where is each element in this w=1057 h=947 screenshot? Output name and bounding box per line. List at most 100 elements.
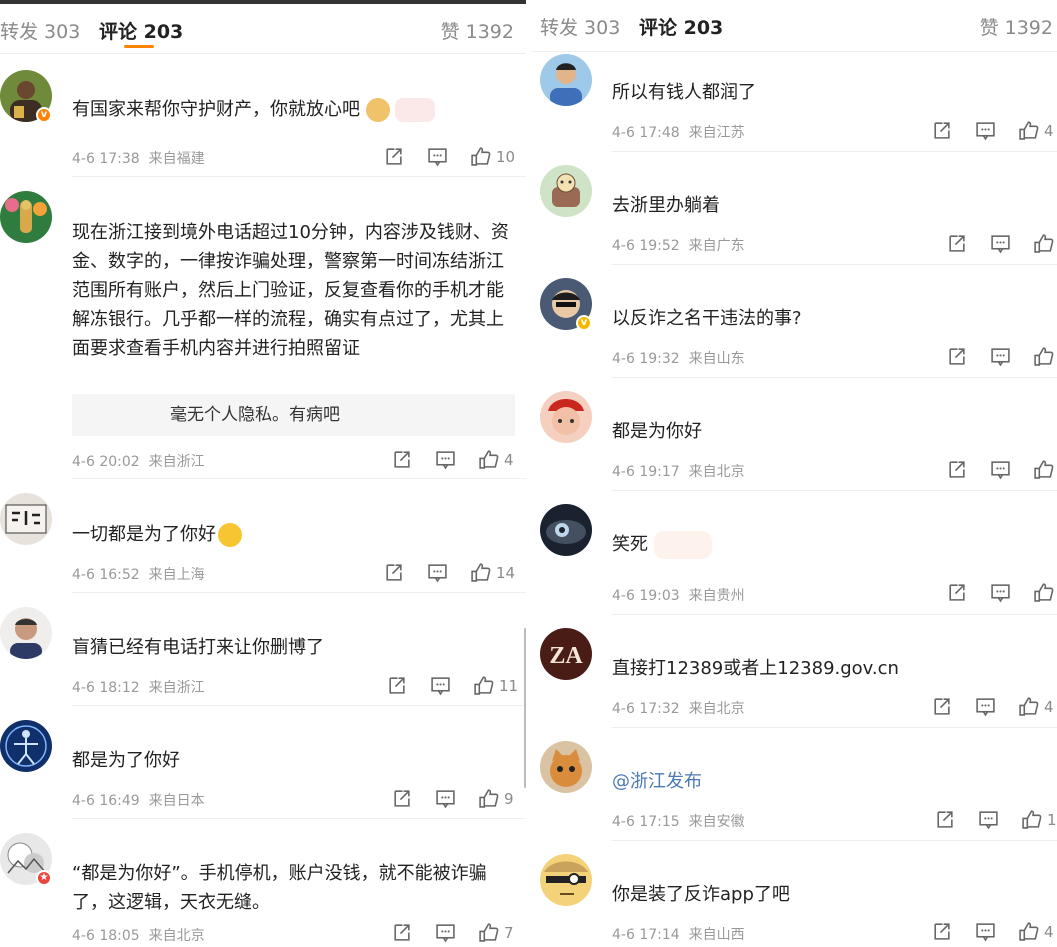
like-icon: [474, 676, 494, 695]
tab-repost[interactable]: 转发 303: [540, 13, 620, 40]
comment-icon[interactable]: [427, 562, 448, 584]
comment-icon[interactable]: [435, 788, 456, 810]
like-icon: [1022, 810, 1042, 829]
comment-text: “都是为你好”。手机停机，账户没钱，就不能被诈骗了，这逻辑，天衣无缝。: [72, 863, 487, 913]
comment-meta: 4-6 19:32 来自山东: [612, 351, 745, 367]
comment-text: 直接打12389或者上12389.gov.cn: [612, 658, 899, 679]
avatar[interactable]: [540, 854, 592, 906]
like-icon: [1019, 121, 1039, 140]
avatar[interactable]: [0, 191, 52, 243]
verified-badge-icon: ★: [36, 870, 52, 886]
divider: [72, 818, 526, 819]
comment-text: 所以有钱人都润了: [612, 82, 756, 103]
tab-repost[interactable]: 转发 303: [0, 17, 80, 44]
comment-text: 现在浙江接到境外电话超过10分钟，内容涉及钱财、资金、数字的，一律按诈骗处理，警…: [72, 222, 509, 359]
share-icon[interactable]: [946, 233, 967, 255]
like-button[interactable]: 11: [473, 675, 518, 697]
avatar[interactable]: [0, 607, 52, 659]
comment-icon[interactable]: [990, 346, 1011, 368]
like-count: 4: [504, 451, 514, 469]
comment-meta: 4-6 19:17 来自北京: [612, 464, 745, 480]
mention-link[interactable]: @浙江发布: [612, 767, 1052, 796]
share-icon[interactable]: [946, 582, 967, 604]
divider: [612, 840, 1057, 841]
tab-comments[interactable]: 评论 203: [639, 13, 723, 40]
tab-likes[interactable]: 赞 1392: [980, 13, 1053, 40]
like-button[interactable]: 1: [1021, 809, 1057, 831]
comment-text: 一切都是为了你好: [72, 520, 512, 549]
like-button[interactable]: 4: [478, 449, 514, 471]
like-button[interactable]: 4: [1018, 696, 1054, 718]
reply-quote[interactable]: 毫无个人隐私。有病吧: [72, 394, 515, 436]
tab-active-indicator: [124, 45, 154, 48]
like-icon: [1019, 922, 1039, 941]
avatar[interactable]: [540, 54, 592, 106]
status-divider: [0, 0, 526, 4]
avatar[interactable]: [540, 741, 592, 793]
comment-text: 笑死: [612, 530, 1052, 559]
share-icon[interactable]: [931, 696, 952, 718]
like-count: 10: [496, 148, 516, 166]
doge-emoji-icon: [365, 98, 390, 122]
share-icon[interactable]: [934, 809, 955, 831]
like-button[interactable]: 10: [470, 146, 515, 168]
tab-comments[interactable]: 评论 203: [99, 17, 183, 44]
share-icon[interactable]: [946, 346, 967, 368]
comment-text: 都是为了你好: [72, 750, 180, 771]
divider: [72, 478, 526, 479]
tab-likes[interactable]: 赞 1392: [441, 17, 514, 44]
share-icon[interactable]: [383, 562, 404, 584]
comment-text: 你是装了反诈app了吧: [612, 884, 790, 905]
share-icon[interactable]: [946, 459, 967, 481]
comment-icon[interactable]: [435, 449, 456, 471]
comment-icon[interactable]: [990, 582, 1011, 604]
share-icon[interactable]: [391, 788, 412, 810]
like-button[interactable]: 4: [1018, 921, 1054, 943]
like-button[interactable]: [1033, 233, 1054, 255]
like-button[interactable]: 9: [478, 788, 514, 810]
like-count: 14: [496, 564, 516, 582]
comment-icon[interactable]: [975, 696, 996, 718]
share-icon[interactable]: [391, 449, 412, 471]
comment-icon[interactable]: [427, 146, 448, 168]
comment-meta: 4-6 20:02 来自浙江: [72, 454, 205, 470]
share-icon[interactable]: [391, 922, 412, 944]
avatar[interactable]: [540, 165, 592, 217]
divider: [72, 592, 526, 593]
comment-icon[interactable]: [990, 233, 1011, 255]
snowman-sticker-icon: [653, 531, 712, 559]
comment-icon[interactable]: [435, 922, 456, 944]
comment-actions: [946, 233, 1057, 255]
avatar[interactable]: ZA: [540, 628, 592, 680]
comment-icon[interactable]: [430, 675, 451, 697]
comment-icon[interactable]: [990, 459, 1011, 481]
like-button[interactable]: 4: [1018, 120, 1054, 142]
comment-meta: 4-6 17:14 来自山西: [612, 927, 745, 943]
like-button[interactable]: 14: [470, 562, 515, 584]
comment-tabs: 转发 303 评论 203 赞 1392: [531, 4, 1057, 46]
comment-meta: 4-6 16:52 来自上海: [72, 567, 205, 583]
avatar[interactable]: [0, 720, 52, 772]
like-button[interactable]: [1033, 459, 1054, 481]
share-icon[interactable]: [386, 675, 407, 697]
tabs-divider: [531, 51, 1057, 52]
share-icon[interactable]: [931, 921, 952, 943]
avatar[interactable]: [540, 391, 592, 443]
like-count: 4: [1044, 122, 1054, 140]
share-icon[interactable]: [931, 120, 952, 142]
avatar[interactable]: [540, 504, 592, 556]
comment-text: 以反诈之名干违法的事?: [612, 308, 802, 329]
like-icon: [1034, 583, 1054, 602]
comment-meta: 4-6 19:03 来自贵州: [612, 588, 745, 604]
comment-actions: [946, 459, 1057, 481]
comment-icon[interactable]: [978, 809, 999, 831]
comment-icon[interactable]: [975, 120, 996, 142]
like-button[interactable]: [1033, 582, 1054, 604]
comment-actions: 14: [383, 562, 523, 584]
like-button[interactable]: [1033, 346, 1054, 368]
comment-actions: 4: [931, 921, 1057, 943]
comment-icon[interactable]: [975, 921, 996, 943]
avatar[interactable]: [0, 493, 52, 545]
like-button[interactable]: 7: [478, 922, 514, 944]
share-icon[interactable]: [383, 146, 404, 168]
